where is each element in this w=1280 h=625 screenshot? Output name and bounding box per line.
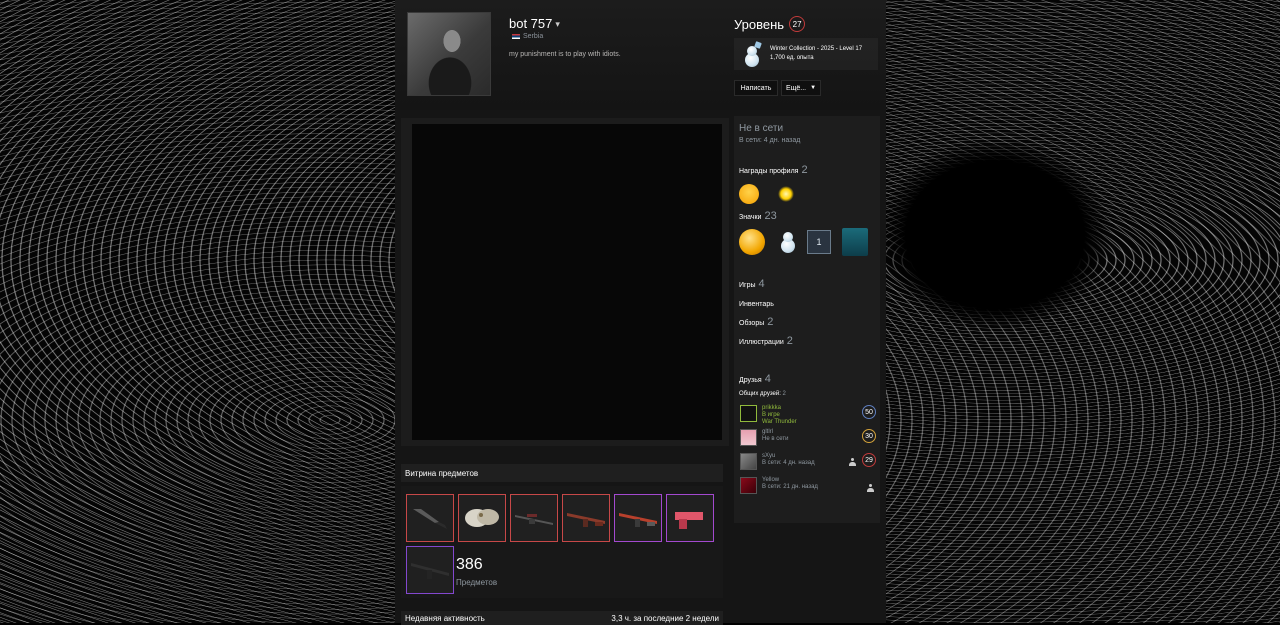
showcase-item-sniper[interactable] — [510, 494, 558, 542]
chevron-down-icon[interactable]: ▾ — [555, 19, 560, 29]
favorite-badge[interactable]: Winter Collection - 2025 - Level 17 1,70… — [734, 38, 878, 70]
friend-avatar — [740, 429, 757, 446]
badges-link[interactable]: Значки 23 — [739, 210, 777, 222]
level-label: Уровень — [734, 16, 785, 32]
person-icon — [849, 458, 856, 466]
friend-level: 29 — [862, 453, 876, 467]
profile-summary: my punishment is to play with idiots. — [509, 51, 621, 58]
rifle-icon — [567, 513, 605, 527]
item-count-label: Предметов — [456, 578, 498, 587]
item-showcase-title: Витрина предметов — [401, 464, 723, 482]
rifle-icon — [619, 513, 657, 527]
friend-status: В сети: 21 дн. назад — [762, 484, 818, 490]
years-of-service-badge-icon[interactable]: 1 — [807, 230, 831, 254]
item-showcase: 386 Предметов — [401, 486, 723, 598]
friend-status: В сети: 4 дн. назад — [762, 460, 815, 466]
showcase-item-rifle-purple[interactable] — [614, 494, 662, 542]
friend-name: Yellow — [762, 477, 780, 483]
laughing-emoji-award-icon[interactable] — [739, 184, 759, 204]
artwork-link[interactable]: Иллюстрации 2 — [739, 335, 793, 347]
last-online: В сети: 4 дн. назад — [739, 137, 801, 144]
friends-link[interactable]: Друзья 4 — [739, 373, 771, 385]
friend-status: Не в сети — [762, 436, 789, 442]
more-button[interactable]: Ещё... ▼ — [781, 80, 821, 96]
avatar[interactable] — [407, 12, 491, 96]
friend-avatar — [740, 405, 757, 422]
profile-header: bot 757 ▾ Serbia my punishment is to play… — [395, 0, 886, 110]
friend-level: 30 — [862, 429, 876, 443]
sniper-rifle-icon — [515, 514, 553, 525]
favorite-badge-name: Winter Collection - 2025 - Level 17 — [770, 46, 863, 52]
friend-status: В игре — [762, 412, 780, 418]
friend-avatar — [740, 453, 757, 470]
reviews-link[interactable]: Обзоры 2 — [739, 316, 773, 328]
profile-sidebar: Не в сети В сети: 4 дн. назад Награды пр… — [734, 116, 880, 523]
profile-page: bot 757 ▾ Serbia my punishment is to play… — [395, 0, 886, 625]
knife-icon — [413, 509, 447, 529]
showcase-item-pistol[interactable] — [666, 494, 714, 542]
background-black-hole — [880, 140, 1110, 330]
artwork-showcase — [401, 118, 729, 446]
friend-game: War Thunder — [762, 419, 797, 425]
friend-row[interactable]: sXyu В сети: 4 дн. назад 29 — [740, 453, 878, 473]
mutual-friends-label[interactable]: Общих друзей: 2 — [739, 391, 786, 397]
friend-row[interactable]: gltlrl Не в сети 30 — [740, 429, 878, 449]
snowman-badge-icon[interactable] — [774, 227, 800, 253]
games-link[interactable]: Игры 4 — [739, 278, 765, 290]
friend-name: sXyu — [762, 453, 776, 459]
showcase-item-knife[interactable] — [406, 494, 454, 542]
recent-activity-title: Недавняя активность — [405, 613, 485, 623]
friend-name: prikkka — [762, 405, 782, 411]
showcase-item-rifle-dark[interactable] — [406, 546, 454, 594]
serbia-flag-icon — [512, 34, 520, 39]
favorite-badge-xp: 1,700 ед. опыта — [770, 55, 814, 61]
friend-level: 50 — [862, 405, 876, 419]
country-label: Serbia — [523, 33, 544, 40]
friend-row[interactable]: prikkka В игре War Thunder 50 — [740, 405, 878, 425]
artwork-showcase-image[interactable] — [412, 124, 722, 440]
friend-row[interactable]: Yellow В сети: 21 дн. назад — [740, 477, 878, 497]
rifle-icon — [411, 563, 449, 579]
inventory-link[interactable]: Инвентарь — [739, 301, 774, 308]
chevron-down-icon: ▼ — [810, 85, 817, 91]
gloves-icon — [465, 509, 499, 527]
level-section: Уровень 27 — [734, 16, 806, 32]
gold-coin-badge-icon[interactable] — [739, 229, 765, 255]
message-button[interactable]: Написать — [734, 80, 778, 96]
glow-award-icon[interactable] — [778, 186, 794, 202]
steam-badge-icon[interactable] — [842, 228, 868, 256]
country-location: Serbia — [512, 33, 543, 40]
persona-name[interactable]: bot 757 ▾ — [509, 16, 560, 31]
showcase-item-gloves[interactable] — [458, 494, 506, 542]
showcase-item-rifle-red[interactable] — [562, 494, 610, 542]
level-badge[interactable]: 27 — [789, 16, 806, 32]
item-count: 386 — [456, 556, 483, 573]
snowman-badge-icon — [738, 41, 764, 67]
recent-activity-hours: 3,3 ч. за последние 2 недели — [611, 613, 719, 623]
friend-avatar — [740, 477, 757, 494]
friend-name: gltlrl — [762, 429, 774, 435]
person-icon — [867, 484, 874, 492]
online-status: Не в сети — [739, 123, 784, 134]
profile-awards-link[interactable]: Награды профиля 2 — [739, 164, 808, 176]
pistol-icon — [675, 512, 703, 529]
